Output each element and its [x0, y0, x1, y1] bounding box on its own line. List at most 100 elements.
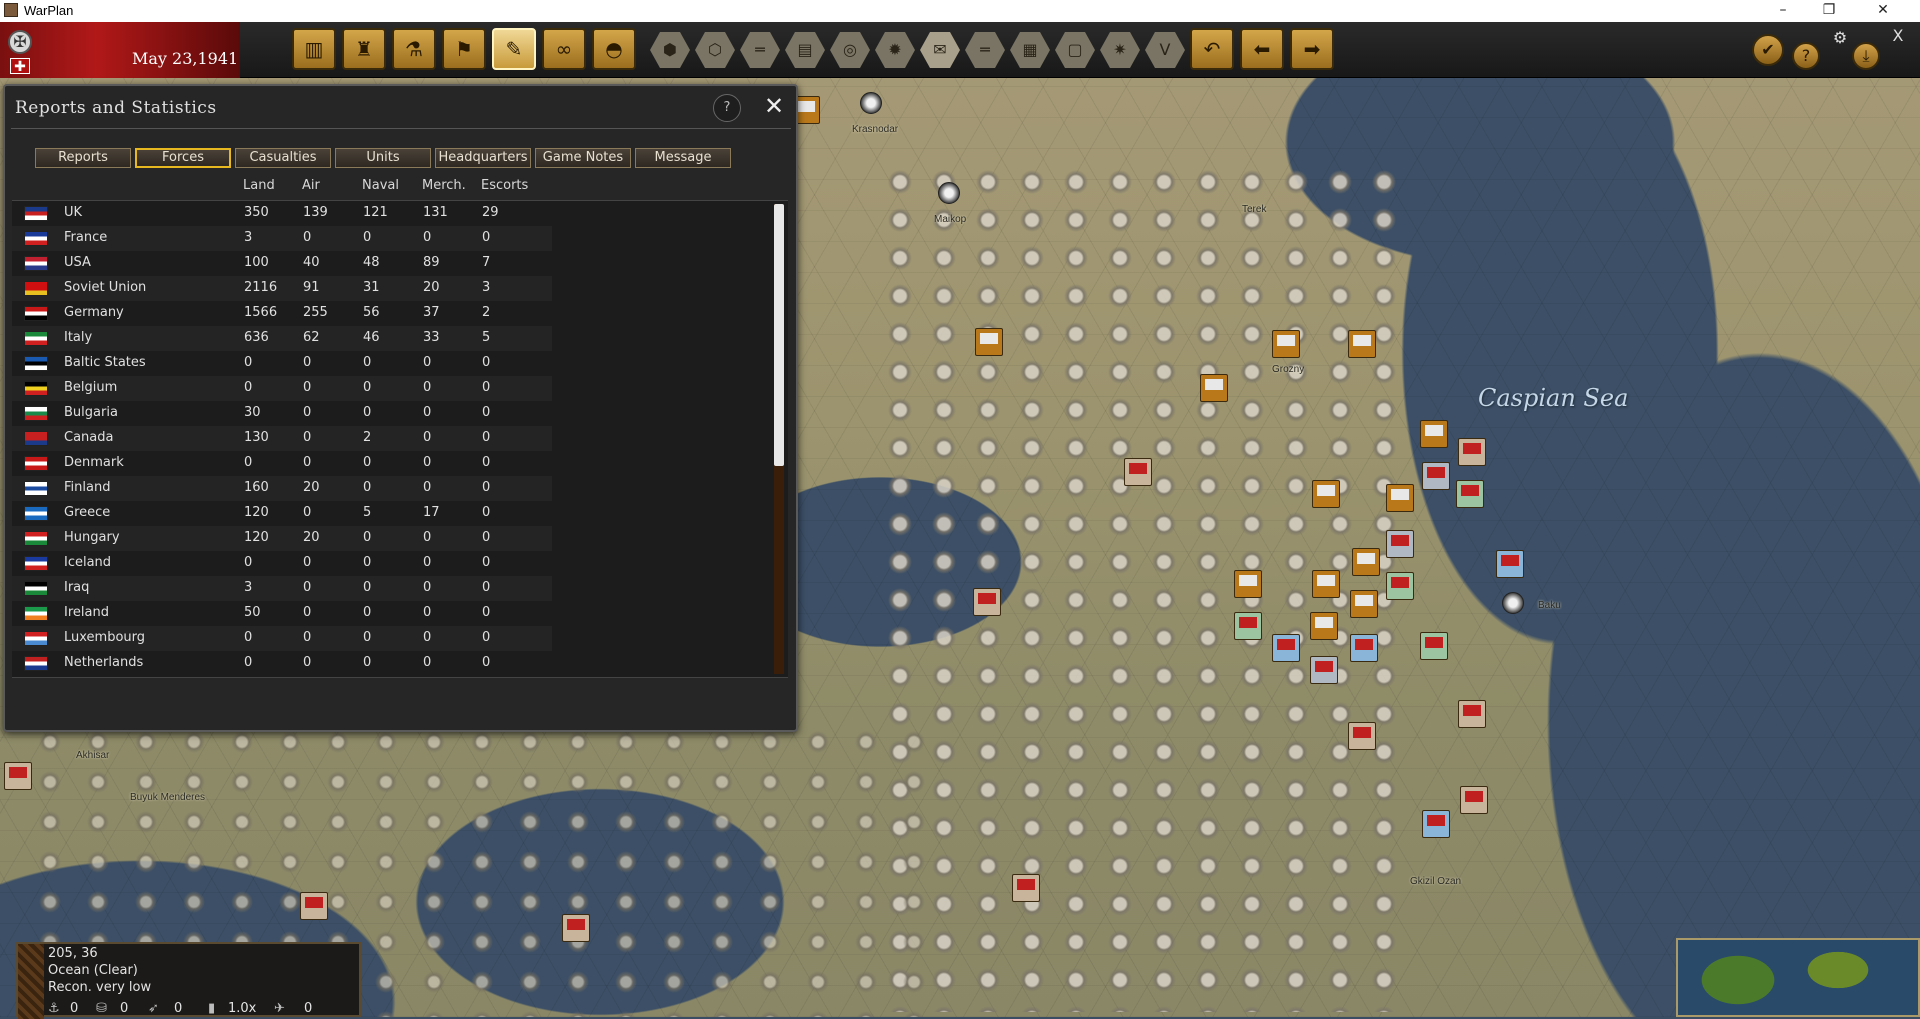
cell-escorts: 29	[482, 205, 499, 220]
map-unit[interactable]	[1348, 722, 1376, 750]
map-unit[interactable]	[1386, 530, 1414, 558]
city-icon[interactable]	[860, 92, 882, 114]
maximize-button[interactable]: ❐	[1806, 0, 1852, 22]
map-unit[interactable]	[1460, 786, 1488, 814]
hex-terrain-icon[interactable]: ⬢	[650, 32, 690, 68]
close-window-button[interactable]: ✕	[1860, 0, 1906, 22]
map-unit[interactable]	[562, 914, 590, 942]
map-unit[interactable]	[1200, 374, 1228, 402]
map-unit[interactable]	[1458, 700, 1486, 728]
map-unit[interactable]	[1272, 634, 1300, 662]
map-unit[interactable]	[1350, 590, 1378, 618]
hex-box-icon[interactable]: ▦	[1010, 32, 1050, 68]
map-unit[interactable]	[1348, 330, 1376, 358]
tab-casualties[interactable]: Casualties	[235, 148, 331, 168]
map-unit[interactable]	[1420, 632, 1448, 660]
table-row[interactable]: UK 350 139 121 131 29	[12, 201, 552, 226]
map-unit[interactable]	[1420, 420, 1448, 448]
tab-forces[interactable]: Forces	[135, 148, 231, 168]
map-unit[interactable]	[1422, 810, 1450, 838]
map-unit[interactable]	[1234, 612, 1262, 640]
table-row[interactable]: Finland 160 20 0 0 0	[12, 476, 552, 501]
map-unit[interactable]	[1312, 570, 1340, 598]
table-row[interactable]: Baltic States 0 0 0 0 0	[12, 351, 552, 376]
settings-gear-icon[interactable]: ⚙	[1826, 26, 1854, 54]
city-icon[interactable]	[938, 182, 960, 204]
table-row[interactable]: Iceland 0 0 0 0 0	[12, 551, 552, 576]
recon-button[interactable]: ∞	[542, 28, 586, 70]
hex-grid-icon[interactable]: ⬡	[695, 32, 735, 68]
minimap[interactable]	[1676, 938, 1920, 1017]
map-unit[interactable]	[1234, 570, 1262, 598]
table-scrollbar[interactable]	[774, 204, 784, 674]
end-turn-check-icon[interactable]: ✔	[1752, 34, 1784, 66]
hex-target-icon[interactable]: ◎	[830, 32, 870, 68]
research-button[interactable]: ⚗	[392, 28, 436, 70]
map-unit[interactable]	[1310, 656, 1338, 684]
map-unit[interactable]	[1312, 480, 1340, 508]
table-row[interactable]: Denmark 0 0 0 0 0	[12, 451, 552, 476]
map-unit[interactable]	[973, 588, 1001, 616]
table-row[interactable]: Iraq 3 0 0 0 0	[12, 576, 552, 601]
supply-button[interactable]: ♜	[342, 28, 386, 70]
table-row[interactable]: Bulgaria 30 0 0 0 0	[12, 401, 552, 426]
table-row[interactable]: Greece 120 0 5 17 0	[12, 501, 552, 526]
city-icon[interactable]	[1502, 592, 1524, 614]
hex-explosion-icon[interactable]: ✷	[1100, 32, 1140, 68]
hex-v-icon[interactable]: V	[1145, 32, 1185, 68]
table-row[interactable]: France 3 0 0 0 0	[12, 226, 552, 251]
hex-rail-icon[interactable]: ═	[740, 32, 780, 68]
table-row[interactable]: Soviet Union 2116 91 31 20 3	[12, 276, 552, 301]
map-unit[interactable]	[4, 762, 32, 790]
tab-units[interactable]: Units	[335, 148, 431, 168]
table-row[interactable]: Italy 636 62 46 33 5	[12, 326, 552, 351]
table-row[interactable]: Belgium 0 0 0 0 0	[12, 376, 552, 401]
production-button[interactable]: ▥	[292, 28, 336, 70]
tab-headquarters[interactable]: Headquarters	[435, 148, 531, 168]
hex-frame-icon[interactable]: ▢	[1055, 32, 1095, 68]
hex-mail-icon[interactable]: ✉	[920, 32, 960, 68]
tab-game-notes[interactable]: Game Notes	[535, 148, 631, 168]
panel-help-icon[interactable]: ?	[713, 94, 741, 122]
help-icon[interactable]: ?	[1792, 42, 1820, 70]
table-row[interactable]: Canada 130 0 2 0 0	[12, 426, 552, 451]
forces-table[interactable]: UK 350 139 121 131 29 France 3 0 0 0 0 USA 100 40 48 89 7…	[12, 200, 788, 678]
tab-reports[interactable]: Reports	[35, 148, 131, 168]
map-unit[interactable]	[1124, 458, 1152, 486]
tab-message[interactable]: Message	[635, 148, 731, 168]
undo-icon[interactable]: ↶	[1190, 28, 1234, 70]
reports-button[interactable]: ✎	[492, 28, 536, 70]
save-download-icon[interactable]: ⤓	[1852, 42, 1880, 70]
table-row[interactable]: Hungary 120 20 0 0 0	[12, 526, 552, 551]
map-unit[interactable]	[1386, 572, 1414, 600]
table-row[interactable]: USA 100 40 48 89 7	[12, 251, 552, 276]
map-unit[interactable]	[1012, 874, 1040, 902]
map-unit[interactable]	[1458, 438, 1486, 466]
hex-supply-icon[interactable]: ▤	[785, 32, 825, 68]
diplomacy-button[interactable]: ⚑	[442, 28, 486, 70]
map-unit[interactable]	[300, 892, 328, 920]
map-unit[interactable]	[1272, 330, 1300, 358]
map-unit[interactable]	[1352, 548, 1380, 576]
map-unit[interactable]	[1422, 462, 1450, 490]
map-unit[interactable]	[1350, 634, 1378, 662]
forward-arrow-icon[interactable]: ➡	[1290, 28, 1334, 70]
table-row[interactable]: Germany 1566 255 56 37 2	[12, 301, 552, 326]
map-unit[interactable]	[1496, 550, 1524, 578]
minimize-button[interactable]: –	[1760, 0, 1806, 22]
table-row[interactable]: Ireland 50 0 0 0 0	[12, 601, 552, 626]
scrollbar-thumb[interactable]	[774, 204, 784, 466]
table-row[interactable]: Netherlands 0 0 0 0 0	[12, 651, 552, 676]
table-row[interactable]: Luxembourg 0 0 0 0 0	[12, 626, 552, 651]
panel-close-icon[interactable]: ✕	[759, 92, 789, 122]
back-arrow-icon[interactable]: ⬅	[1240, 28, 1284, 70]
map-unit[interactable]	[975, 328, 1003, 356]
hex-lines-icon[interactable]: ═	[965, 32, 1005, 68]
hex-sun-icon[interactable]: ✹	[875, 32, 915, 68]
map-unit[interactable]	[1310, 612, 1338, 640]
country-name: Netherlands	[64, 655, 144, 670]
units-button[interactable]: ◓	[592, 28, 636, 70]
map-unit[interactable]	[1386, 484, 1414, 512]
exit-game-icon[interactable]: X	[1884, 24, 1912, 52]
map-unit[interactable]	[1456, 480, 1484, 508]
